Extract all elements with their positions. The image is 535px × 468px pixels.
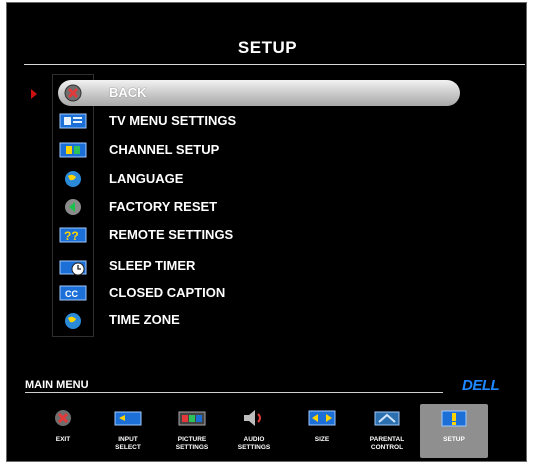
bottom-item-label: PICTURE SETTINGS (175, 436, 209, 451)
bottom-item-setup[interactable]: SETUP (420, 404, 488, 458)
dell-logo: DELL (462, 377, 500, 394)
globe-icon (65, 313, 81, 329)
channel-icon (59, 142, 87, 158)
globe-icon (65, 171, 81, 187)
bottom-item-label: INPUT SELECT (115, 436, 141, 451)
bottom-item-label: AUDIO SETTINGS (237, 436, 271, 451)
menu-item-label: CLOSED CAPTION (109, 285, 226, 300)
menu-item-label: TIME ZONE (109, 312, 180, 327)
bottom-item-exit[interactable]: EXIT (29, 404, 97, 458)
menu-item-label: FACTORY RESET (109, 199, 218, 214)
menu-item-label: SLEEP TIMER (109, 258, 196, 273)
menu-item-factory-reset[interactable]: FACTORY RESET (58, 194, 458, 220)
bottom-item-audio-settings[interactable]: AUDIO SETTINGS (220, 404, 288, 458)
back-x-icon (64, 84, 82, 102)
cc-icon: CC (59, 285, 87, 301)
title-divider (24, 64, 525, 65)
svg-text:CC: CC (65, 289, 78, 299)
menu-item-language[interactable]: LANGUAGE (58, 166, 458, 192)
input-icon (114, 411, 142, 426)
bottom-item-parental-control[interactable]: PARENTAL CONTROL (353, 404, 421, 458)
menu-item-label: LANGUAGE (109, 171, 184, 186)
exit-icon (55, 410, 71, 426)
tv-menu-icon (59, 113, 87, 129)
menu-item-sleep-timer[interactable]: SLEEP TIMER (58, 253, 458, 279)
parental-icon (374, 411, 400, 426)
menu-item-time-zone[interactable]: TIME ZONE (58, 307, 458, 333)
bottom-item-label: SIZE (314, 436, 330, 443)
menu-item-label: REMOTE SETTINGS (109, 227, 234, 242)
size-icon (308, 410, 336, 426)
bottom-item-label: EXIT (55, 436, 71, 443)
menu-item-remote-settings[interactable]: ?? REMOTE SETTINGS (58, 222, 458, 248)
menu-item-label: BACK (109, 85, 147, 100)
bottom-item-input-select[interactable]: INPUT SELECT (94, 404, 162, 458)
menu-item-label: TV MENU SETTINGS (109, 113, 237, 128)
sleep-timer-icon (59, 260, 87, 276)
setup-icon (441, 410, 467, 427)
main-menu-divider (25, 392, 443, 393)
reset-icon (65, 199, 81, 215)
menu-item-closed-caption[interactable]: CC CLOSED CAPTION (58, 280, 458, 306)
speaker-icon (244, 410, 261, 426)
menu-item-channel-setup[interactable]: CHANNEL SETUP (58, 137, 458, 163)
remote-icon: ?? (59, 227, 87, 243)
bottom-item-size[interactable]: SIZE (288, 404, 356, 458)
bottom-item-label: PARENTAL CONTROL (369, 436, 405, 451)
svg-text:??: ?? (64, 229, 79, 243)
menu-item-tv-menu-settings[interactable]: TV MENU SETTINGS (58, 108, 458, 134)
page-title: SETUP (237, 38, 298, 57)
bottom-item-label: SETUP (443, 436, 465, 443)
picture-icon (178, 411, 206, 426)
menu-item-label: CHANNEL SETUP (109, 142, 220, 157)
bottom-item-picture-settings[interactable]: PICTURE SETTINGS (158, 404, 226, 458)
main-menu-label: MAIN MENU (25, 379, 89, 391)
menu-item-back[interactable]: BACK (58, 80, 460, 106)
